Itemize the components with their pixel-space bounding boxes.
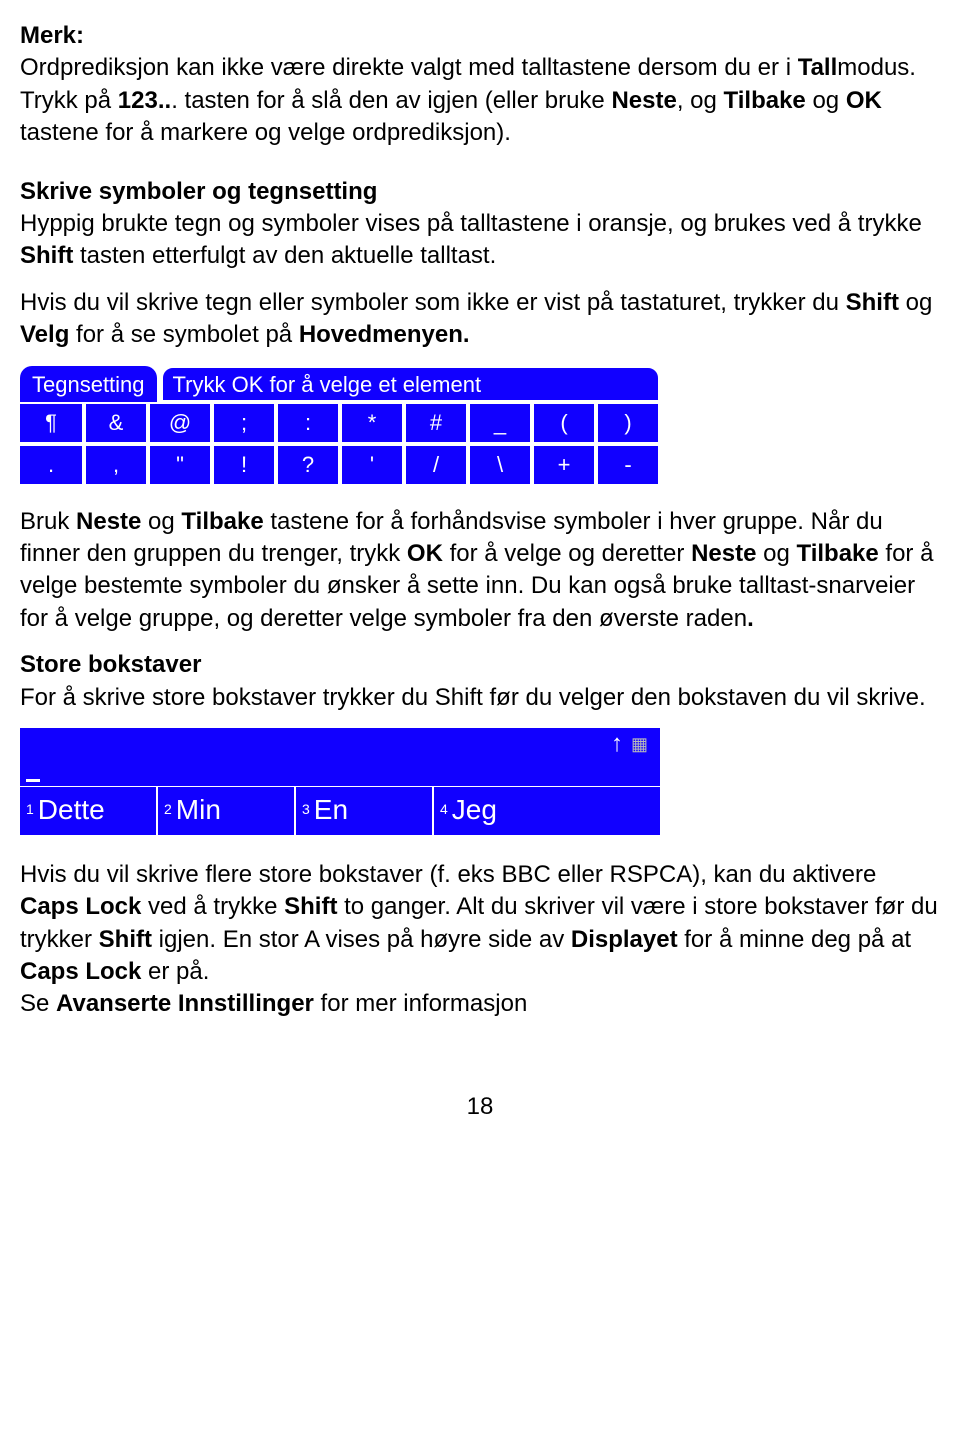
symbol-key[interactable]: + [532, 444, 596, 486]
text: Caps Lock [20, 958, 141, 985]
heading: Skrive symboler og tegnsetting [20, 178, 377, 205]
text: OK [407, 540, 443, 567]
text: Innstillinger [178, 990, 314, 1017]
text: ved å trykke [141, 893, 284, 920]
text: OK [846, 87, 882, 114]
symbol-key[interactable]: ) [596, 402, 660, 444]
text: og [141, 508, 181, 535]
text: . tasten for å slå den av igjen (eller b… [171, 87, 611, 114]
text: Hyppig brukte tegn og symboler vises på … [20, 210, 922, 237]
paragraph-symbols-1: Hyppig brukte tegn og symboler vises på … [20, 208, 940, 273]
text: Tall [798, 54, 838, 81]
text: for å minne deg på at [678, 926, 911, 953]
text: Tilbake [181, 508, 263, 535]
symbol-key[interactable]: @ [148, 402, 212, 444]
symbol-key[interactable]: \ [468, 444, 532, 486]
text: er på. [141, 958, 209, 985]
paragraph-symbols-2: Hvis du vil skrive tegn eller symboler s… [20, 287, 940, 352]
symbol-key[interactable]: / [404, 444, 468, 486]
text: Shift [846, 289, 899, 316]
text: Bruk [20, 508, 76, 535]
symbol-key[interactable]: ¶ [20, 402, 84, 444]
symbol-key[interactable]: " [148, 444, 212, 486]
text: Caps Lock [20, 893, 141, 920]
cursor-icon [26, 779, 40, 782]
label-merk: Merk: [20, 22, 84, 49]
paragraph-store-bokstaver: For å skrive store bokstaver trykker du … [20, 682, 940, 714]
symbol-key[interactable]: _ [468, 402, 532, 444]
text: Ordprediksjon kan ikke være direkte valg… [20, 54, 798, 81]
heading-symbols: Skrive symboler og tegnsetting [20, 176, 940, 208]
symbol-key[interactable]: # [404, 402, 468, 444]
text: og [806, 87, 846, 114]
text: Hvis du vil skrive tegn eller symboler s… [20, 289, 846, 316]
text-input-line[interactable] [20, 760, 660, 787]
prediction-number: 2 [164, 800, 172, 819]
prediction-number: 3 [302, 800, 310, 819]
text: Se [20, 990, 56, 1017]
paragraph-use-neste-tilbake: Bruk Neste og Tilbake tastene for å forh… [20, 506, 940, 636]
ui-shift-preview: ↑ ▦ 1 Dette 2 Min 3 En 4 Jeg [20, 728, 660, 835]
prediction-number: 1 [26, 800, 34, 819]
text: Velg [20, 321, 69, 348]
text: for å velge og deretter [443, 540, 691, 567]
text: Hvis du vil skrive flere store bokstaver… [20, 861, 876, 888]
text: Tilbake [724, 87, 806, 114]
keypad-icon: ▦ [631, 732, 648, 756]
prediction-4[interactable]: 4 Jeg [434, 787, 660, 835]
text: , og [677, 87, 724, 114]
symbol-key[interactable]: : [276, 402, 340, 444]
text: Neste [691, 540, 756, 567]
text: og [756, 540, 796, 567]
prediction-number: 4 [440, 800, 448, 819]
symbol-grid: ¶ & @ ; : * # _ ( ) . , " ! ? ' / \ + - [20, 402, 660, 485]
symbol-key[interactable]: & [84, 402, 148, 444]
text: For å skrive store bokstaver trykker du … [20, 684, 926, 711]
symbol-key[interactable]: ; [212, 402, 276, 444]
symbol-key[interactable]: ? [276, 444, 340, 486]
prediction-2[interactable]: 2 Min [158, 787, 296, 835]
text: for mer informasjon [314, 990, 527, 1017]
prediction-word: Min [176, 791, 221, 829]
text: 123.. [118, 87, 171, 114]
shift-arrow-icon: ↑ [611, 732, 623, 756]
text: for å se symbolet på [69, 321, 298, 348]
status-prompt: Trykk OK for å velge et element [161, 366, 660, 403]
symbol-key[interactable]: . [20, 444, 84, 486]
page-number: 18 [20, 1091, 940, 1123]
symbol-key[interactable]: * [340, 402, 404, 444]
paragraph-caps-lock: Hvis du vil skrive flere store bokstaver… [20, 859, 940, 1021]
prediction-1[interactable]: 1 Dette [20, 787, 158, 835]
text: Hovedmenyen. [299, 321, 470, 348]
text: Neste [611, 87, 676, 114]
symbol-key[interactable]: ' [340, 444, 404, 486]
text: Shift [20, 242, 80, 269]
text: Shift [99, 926, 152, 953]
text: og [899, 289, 932, 316]
text: tasten etterfulgt av den aktuelle tallta… [80, 242, 496, 269]
prediction-word: Dette [38, 791, 105, 829]
ui-symbol-picker: Tegnsetting Trykk OK for å velge et elem… [20, 366, 660, 486]
symbol-key[interactable]: , [84, 444, 148, 486]
text: Displayet [571, 926, 678, 953]
text: Shift [284, 893, 337, 920]
text [171, 990, 178, 1017]
symbol-key[interactable]: ( [532, 402, 596, 444]
tab-tegnsetting[interactable]: Tegnsetting [20, 366, 157, 403]
prediction-word: En [314, 791, 348, 829]
heading: Store bokstaver [20, 651, 201, 678]
symbol-key[interactable]: - [596, 444, 660, 486]
prediction-word: Jeg [452, 791, 497, 829]
word-prediction-row: 1 Dette 2 Min 3 En 4 Jeg [20, 787, 660, 835]
text: igjen. En stor A vises på høyre side av [152, 926, 571, 953]
heading-store-bokstaver: Store bokstaver [20, 649, 940, 681]
text: Avanserte [56, 990, 171, 1017]
text: . [747, 605, 754, 632]
text: tastene for å markere og velge ordpredik… [20, 119, 511, 146]
symbol-key[interactable]: ! [212, 444, 276, 486]
text: Neste [76, 508, 141, 535]
prediction-3[interactable]: 3 En [296, 787, 434, 835]
paragraph-merk: Merk: Ordprediksjon kan ikke være direkt… [20, 20, 940, 150]
text: Tilbake [796, 540, 878, 567]
